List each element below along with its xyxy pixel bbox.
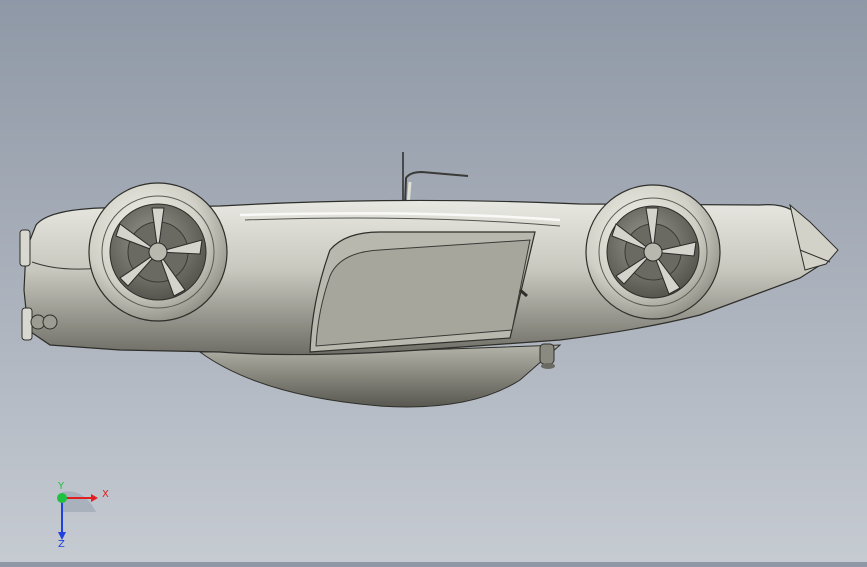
underbody-part	[539, 343, 555, 369]
coordinate-triad: X Y Z	[44, 478, 124, 550]
y-axis-dot	[57, 493, 67, 503]
cad-3d-viewport[interactable]	[0, 0, 867, 562]
y-axis-label: Y	[57, 481, 65, 492]
triad-axes: X Y Z	[57, 481, 109, 550]
x-axis-label: X	[102, 489, 109, 500]
z-axis-label: Z	[58, 539, 65, 548]
front-wheel	[88, 182, 228, 322]
rear-wheel	[585, 184, 721, 320]
car-model-render[interactable]	[0, 0, 867, 562]
